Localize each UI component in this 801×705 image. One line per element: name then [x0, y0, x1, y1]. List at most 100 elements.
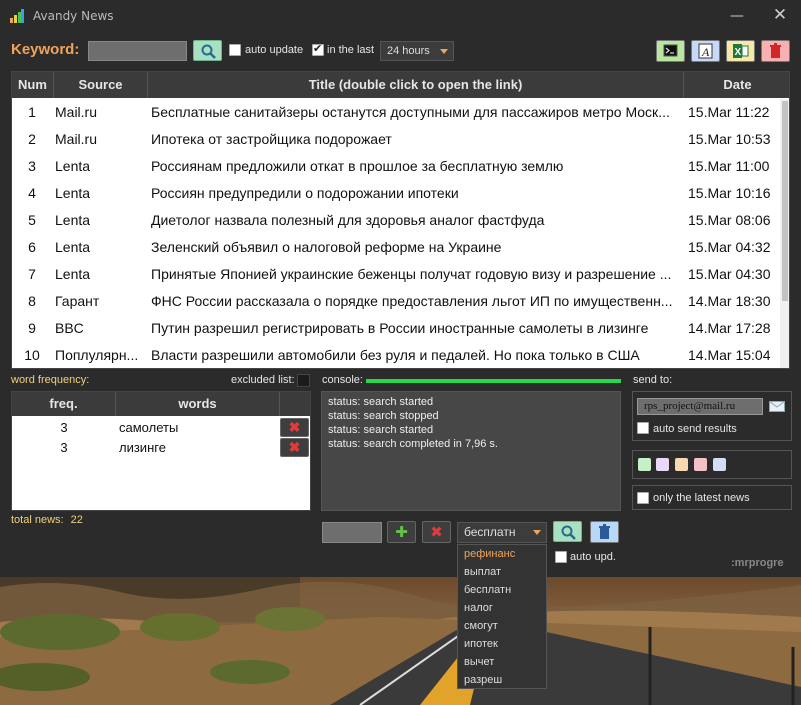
dropdown-item[interactable]: выплат — [458, 563, 546, 581]
col-freq-header[interactable]: freq. — [12, 392, 116, 416]
color-swatch-peach[interactable] — [675, 458, 688, 471]
desert-road-background — [0, 577, 801, 705]
excel-icon: X — [733, 44, 749, 58]
clear-console-button[interactable] — [590, 521, 619, 543]
dropdown-item[interactable]: рефинанс — [458, 545, 546, 563]
row-num: 4 — [28, 185, 36, 201]
news-table-header: Num Source Title (double click to open t… — [12, 72, 789, 98]
table-row[interactable]: 3 Lenta Россиянам предложили откат в про… — [12, 153, 778, 180]
col-words-header[interactable]: words — [116, 392, 280, 416]
row-date: 15.Mar 04:32 — [688, 239, 771, 255]
table-row[interactable]: 9 BBC Путин разрешил регистрировать в Ро… — [12, 315, 778, 342]
table-row[interactable]: 2 Mail.ru Ипотека от застройщика подорож… — [12, 126, 778, 153]
row-title[interactable]: Путин разрешил регистрировать в России и… — [151, 315, 686, 342]
news-scrollbar-thumb[interactable] — [782, 101, 788, 301]
console-icon — [663, 44, 678, 57]
table-row[interactable]: 3 лизинге ✖ — [12, 438, 310, 458]
row-num: 3 — [28, 158, 36, 174]
console-line: status: search started — [328, 396, 434, 408]
news-scrollbar[interactable] — [780, 99, 789, 368]
keyword-label: Keyword: — [11, 41, 80, 58]
col-source-header[interactable]: Source — [54, 72, 148, 98]
news-table[interactable]: Num Source Title (double click to open t… — [11, 71, 790, 369]
svg-text:A: A — [701, 45, 710, 59]
color-swatch-green[interactable] — [638, 458, 651, 471]
table-row[interactable]: 4 Lenta Россиян предупредили о подорожан… — [12, 180, 778, 207]
font-button[interactable]: A — [691, 40, 720, 62]
row-title[interactable]: Ипотека от застройщика подорожает — [151, 126, 686, 153]
dropdown-item[interactable]: вычет — [458, 653, 546, 671]
word-dropdown-list[interactable]: рефинанс выплат бесплатн налог смогут ип… — [457, 544, 547, 689]
dropdown-item[interactable]: ипотек — [458, 635, 546, 653]
minimize-button[interactable]: — — [724, 6, 750, 28]
word-frequency-label: word frequency: — [11, 374, 90, 386]
word-search-button[interactable] — [553, 521, 582, 542]
in-the-last-checkbox[interactable] — [312, 42, 324, 56]
col-title-header[interactable]: Title (double click to open the link) — [148, 72, 684, 98]
remove-word-button[interactable]: ✖ — [422, 521, 451, 543]
auto-send-checkbox[interactable] — [637, 422, 649, 434]
keyword-input[interactable] — [88, 41, 187, 61]
word-cell: самолеты — [119, 420, 179, 435]
console-button[interactable] — [656, 40, 685, 62]
table-row[interactable]: 3 самолеты ✖ — [12, 418, 310, 438]
title-bar: Avandy News — ✕ — [0, 0, 801, 33]
clear-button[interactable] — [761, 40, 790, 62]
email-field[interactable]: rps_project@mail.ru — [637, 398, 763, 415]
app-bars-icon — [10, 9, 24, 23]
auto-update-label: auto update — [245, 44, 304, 56]
row-date: 15.Mar 10:16 — [688, 185, 771, 201]
filter-word-input[interactable] — [322, 522, 382, 543]
row-date: 15.Mar 10:53 — [688, 131, 771, 147]
row-title[interactable]: Диетолог назвала полезный для здоровья а… — [151, 207, 686, 234]
row-date: 14.Mar 15:04 — [688, 347, 771, 363]
only-latest-checkbox[interactable] — [637, 492, 649, 504]
trash-icon — [599, 524, 610, 539]
auto-update-checkbox[interactable] — [229, 44, 241, 56]
search-button[interactable] — [193, 40, 222, 61]
row-num: 7 — [28, 266, 36, 282]
dropdown-item[interactable]: налог — [458, 599, 546, 617]
plus-icon: ✚ — [395, 523, 408, 541]
color-swatch-pink[interactable] — [694, 458, 707, 471]
auto-upd-checkbox[interactable] — [555, 551, 567, 563]
close-button[interactable]: ✕ — [767, 5, 793, 27]
word-select[interactable]: бесплатн — [457, 522, 547, 543]
row-title[interactable]: ФНС России рассказала о порядке предоста… — [151, 288, 686, 315]
exclude-word-button[interactable]: ✖ — [280, 418, 309, 437]
color-swatch-blue[interactable] — [713, 458, 726, 471]
export-excel-button[interactable]: X — [726, 40, 755, 62]
table-row[interactable]: 10 Поплулярн... Власти разрешили автомоб… — [12, 342, 778, 368]
period-select[interactable]: 24 hours — [380, 41, 454, 61]
word-frequency-table[interactable]: freq. words 3 самолеты ✖ 3 лизинге ✖ — [11, 391, 311, 511]
table-row[interactable]: 5 Lenta Диетолог назвала полезный для зд… — [12, 207, 778, 234]
close-icon: ✖ — [430, 523, 443, 541]
row-title[interactable]: Власти разрешили автомобили без руля и п… — [151, 342, 686, 368]
mail-icon[interactable] — [769, 401, 785, 412]
row-num: 2 — [28, 131, 36, 147]
row-title[interactable]: Зеленский объявил о налоговой реформе на… — [151, 234, 686, 261]
table-row[interactable]: 6 Lenta Зеленский объявил о налоговой ре… — [12, 234, 778, 261]
dropdown-item[interactable]: разреш — [458, 671, 546, 689]
trash-icon — [770, 43, 781, 58]
table-row[interactable]: 7 Lenta Принятые Японией украинские беже… — [12, 261, 778, 288]
console-output[interactable]: status: search started status: search st… — [321, 391, 621, 511]
exclude-word-button[interactable]: ✖ — [280, 438, 309, 457]
table-row[interactable]: 1 Mail.ru Бесплатные санитайзеры останут… — [12, 99, 778, 126]
table-row[interactable]: 8 Гарант ФНС России рассказала о порядке… — [12, 288, 778, 315]
col-date-header[interactable]: Date — [684, 72, 789, 98]
row-title[interactable]: Россиян предупредили о подорожании ипоте… — [151, 180, 686, 207]
excluded-list-button[interactable] — [297, 374, 310, 387]
excluded-list-label: excluded list: — [231, 374, 295, 386]
brand-label: :mrprogre — [731, 557, 784, 569]
col-num-header[interactable]: Num — [12, 72, 54, 98]
add-word-button[interactable]: ✚ — [387, 521, 416, 543]
row-title[interactable]: Принятые Японией украинские беженцы полу… — [151, 261, 686, 288]
dropdown-item[interactable]: бесплатн — [458, 581, 546, 599]
row-source: Mail.ru — [55, 131, 98, 147]
font-icon: A — [698, 43, 713, 59]
dropdown-item[interactable]: смогут — [458, 617, 546, 635]
row-title[interactable]: Россиянам предложили откат в прошлое за … — [151, 153, 686, 180]
color-swatch-lilac[interactable] — [656, 458, 669, 471]
row-title[interactable]: Бесплатные санитайзеры останутся доступн… — [151, 99, 686, 126]
